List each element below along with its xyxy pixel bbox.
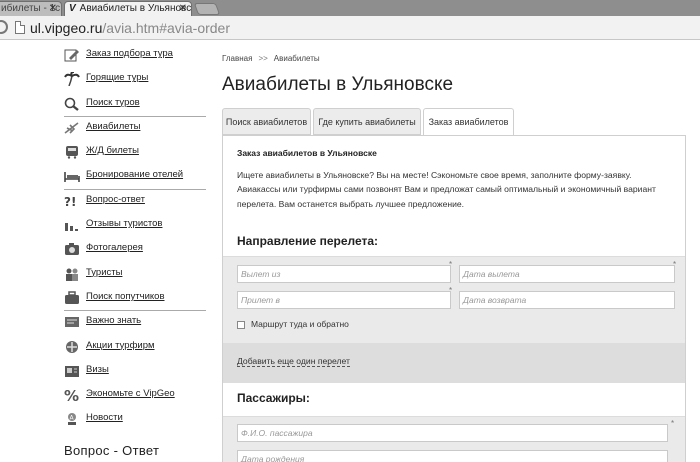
sidebar-item-label: Поиск туров bbox=[86, 96, 140, 108]
new-tab-button[interactable] bbox=[193, 3, 221, 15]
url-path: /avia.htm#avia-order bbox=[102, 20, 231, 36]
departure-date-input[interactable]: Дата вылета bbox=[459, 265, 675, 283]
train-icon bbox=[66, 146, 78, 159]
palm-tree-icon bbox=[64, 72, 80, 87]
url-host: ul.vipgeo.ru bbox=[30, 20, 103, 36]
breadcrumb: Главная >> Авиабилеты bbox=[222, 54, 320, 63]
sidebar-item-questions[interactable]: ?! Вопрос-ответ bbox=[64, 190, 196, 214]
sidebar-item-label: Визы bbox=[86, 363, 109, 375]
departure-city-input[interactable]: Вылет из bbox=[237, 265, 451, 283]
sidebar-item-label: Вопрос-ответ bbox=[86, 193, 145, 205]
sidebar-item-promotions[interactable]: Акции турфирм bbox=[64, 336, 196, 360]
airplane-icon bbox=[64, 122, 79, 134]
browser-tab-active[interactable]: V Авиабилеты в Ульяновс ✕ bbox=[64, 1, 192, 16]
arrival-city-input[interactable]: Прилет в bbox=[237, 291, 451, 309]
sidebar-item-reviews[interactable]: Отзывы туристов bbox=[64, 214, 196, 238]
news-icon: A bbox=[68, 413, 76, 426]
section-title-passengers: Пассажиры: bbox=[237, 391, 310, 405]
sidebar-item-label: Важно знать bbox=[86, 315, 142, 327]
sidebar-item-label: Заказ подбора тура bbox=[86, 48, 173, 59]
sidebar-heading-qa: Вопрос - Ответ bbox=[64, 443, 160, 458]
passenger-name-input[interactable]: Ф.И.О. пассажира bbox=[237, 424, 668, 442]
sidebar-item-label: Авиабилеты bbox=[86, 120, 141, 132]
roundtrip-checkbox[interactable] bbox=[237, 321, 245, 329]
sidebar-item-label: Ж/Д билеты bbox=[86, 145, 139, 157]
sidebar-item-tour-search[interactable]: Поиск туров bbox=[64, 93, 206, 118]
browser-tab-previous[interactable]: ибилеты - 1с ✕ bbox=[0, 1, 62, 16]
sidebar-item-air-tickets[interactable]: Авиабилеты bbox=[64, 117, 196, 141]
sidebar-item-label: Отзывы туристов bbox=[86, 218, 163, 230]
add-flight-link[interactable]: Добавить еще один перелет bbox=[237, 356, 350, 367]
birth-date-input[interactable]: Дата рождения bbox=[237, 450, 668, 462]
browser-tab-title: Авиабилеты в Ульяновс bbox=[79, 3, 192, 14]
sidebar-item-label: Бронирование отелей bbox=[86, 169, 184, 181]
sidebar-item-hotel-booking[interactable]: Бронирование отелей bbox=[64, 165, 206, 191]
gift-icon bbox=[66, 340, 78, 353]
intro-title: Заказ авиабилетов в Ульяновске bbox=[237, 148, 377, 158]
breadcrumb-home[interactable]: Главная bbox=[222, 54, 252, 63]
visa-icon bbox=[65, 365, 79, 377]
bed-icon bbox=[64, 172, 80, 183]
camera-icon bbox=[65, 243, 79, 256]
favicon-icon: V bbox=[69, 3, 76, 14]
sidebar-item-news[interactable]: A Новости bbox=[64, 408, 196, 432]
page-title: Авиабилеты в Ульяновске bbox=[222, 74, 454, 95]
percent-icon: % bbox=[64, 388, 79, 402]
tab-order-tickets[interactable]: Заказ авиабилетов bbox=[423, 108, 514, 136]
tab-where-to-buy[interactable]: Где купить авиабилеты bbox=[313, 108, 421, 135]
required-star-icon: * bbox=[673, 260, 677, 269]
required-star-icon: * bbox=[449, 286, 453, 295]
return-date-input[interactable]: Дата возврата bbox=[459, 291, 675, 309]
sidebar-item-hot-tours[interactable]: Горящие туры bbox=[64, 68, 196, 92]
required-star-icon: * bbox=[449, 260, 453, 269]
required-star-icon: * bbox=[671, 419, 675, 428]
sidebar-menu: Заказ подбора тура Горящие туры Поиск ту… bbox=[64, 44, 206, 433]
sidebar-item-save-vipgeo[interactable]: % Экономьте с VipGeo bbox=[64, 384, 196, 408]
sidebar-item-label: Новости bbox=[86, 412, 123, 424]
close-icon[interactable]: ✕ bbox=[49, 2, 57, 16]
url-text[interactable]: ul.vipgeo.ru/avia.htm#avia-order bbox=[30, 19, 230, 37]
breadcrumb-current: Авиабилеты bbox=[273, 54, 320, 63]
svg-text:?!: ?! bbox=[64, 195, 76, 208]
sidebar-item-label: Туристы bbox=[86, 266, 123, 278]
sidebar-item-train-tickets[interactable]: Ж/Д билеты bbox=[64, 141, 196, 165]
address-bar[interactable]: ul.vipgeo.ru/avia.htm#avia-order bbox=[0, 16, 700, 40]
people-icon bbox=[66, 268, 78, 281]
sidebar-item-companions[interactable]: Поиск попутчиков bbox=[64, 287, 206, 312]
order-form-panel: Заказ авиабилетов в Ульяновске Ищете ави… bbox=[222, 135, 686, 462]
sidebar-item-label: Горящие туры bbox=[86, 72, 149, 84]
note-icon bbox=[65, 317, 79, 328]
section-title-direction: Направление перелета: bbox=[237, 234, 379, 248]
tab-search-tickets[interactable]: Поиск авиабилетов bbox=[222, 108, 311, 135]
magnifier-icon bbox=[64, 97, 79, 111]
breadcrumb-separator: >> bbox=[258, 54, 268, 63]
sidebar-item-photo-gallery[interactable]: Фотогалерея bbox=[64, 238, 196, 262]
suitcase-icon bbox=[65, 291, 79, 304]
sidebar-item-label: Акции турфирм bbox=[86, 339, 155, 351]
sidebar-item-label: Экономьте с VipGeo bbox=[86, 388, 175, 400]
review-icon bbox=[65, 223, 78, 232]
svg-text:%: % bbox=[64, 388, 79, 402]
sidebar-item-label: Поиск попутчиков bbox=[86, 290, 165, 302]
question-icon: ?! bbox=[64, 195, 76, 208]
roundtrip-label: Маршрут туда и обратно bbox=[251, 319, 349, 329]
sidebar-item-important[interactable]: Важно знать bbox=[64, 311, 196, 335]
close-icon[interactable]: ✕ bbox=[179, 2, 187, 16]
sidebar-item-label: Фотогалерея bbox=[86, 242, 143, 254]
sidebar-item-visas[interactable]: Визы bbox=[64, 360, 196, 384]
browser-tabstrip: ибилеты - 1с ✕ V Авиабилеты в Ульяновс ✕ bbox=[0, 0, 700, 16]
intro-text: Ищете авиабилеты в Ульяновске? Вы на мес… bbox=[237, 170, 656, 209]
sidebar-item-tour-order[interactable]: Заказ подбора тура bbox=[64, 44, 196, 68]
sidebar-item-tourists[interactable]: Туристы bbox=[64, 263, 196, 287]
reload-icon[interactable] bbox=[0, 20, 8, 34]
pencil-icon bbox=[64, 49, 79, 62]
page-icon bbox=[15, 21, 25, 34]
